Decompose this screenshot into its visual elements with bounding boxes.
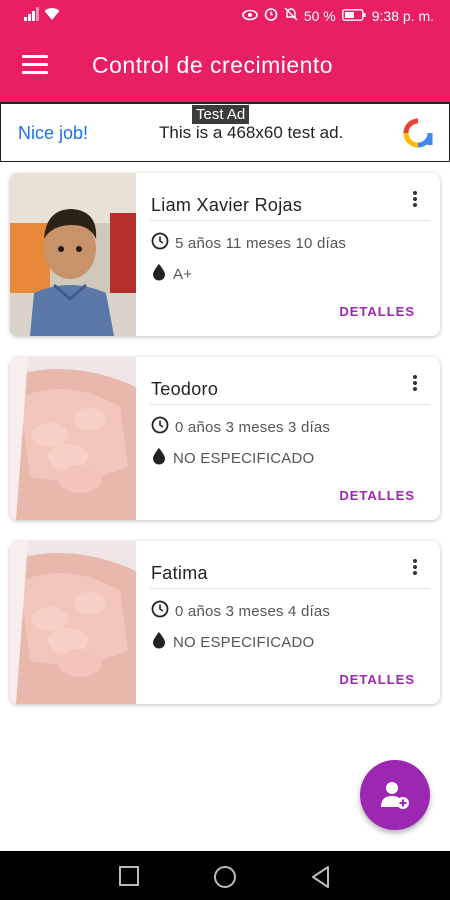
child-name: Fatima — [151, 563, 208, 583]
child-card[interactable]: Teodoro 0 años 3 meses 3 días NO ESPECIF… — [10, 357, 440, 520]
alarm-icon — [264, 7, 278, 24]
eye-icon — [242, 8, 258, 24]
child-photo — [10, 541, 136, 704]
status-time: 9:38 p. m. — [371, 7, 434, 24]
ad-banner[interactable]: Test Ad Nice job! This is a 468x60 test … — [0, 102, 450, 162]
divider — [150, 404, 430, 405]
card-body: Teodoro 0 años 3 meses 3 días NO ESPECIF… — [150, 357, 440, 520]
divider — [150, 220, 430, 221]
add-person-icon — [381, 782, 409, 809]
clock-icon — [151, 232, 169, 254]
battery-icon — [341, 8, 366, 24]
page-title: Control de crecimiento — [92, 52, 334, 78]
back-icon[interactable] — [310, 865, 332, 894]
blood-row: A+ — [151, 263, 192, 285]
blood-type: NO ESPECIFICADO — [173, 633, 315, 651]
age-row: 0 años 3 meses 3 días — [151, 416, 330, 438]
blood-row: NO ESPECIFICADO — [151, 447, 314, 469]
child-photo — [10, 173, 136, 336]
card-body: Liam Xavier Rojas 5 años 11 meses 10 día… — [150, 173, 440, 336]
child-photo — [10, 357, 136, 520]
details-button[interactable]: DETALLES — [339, 304, 415, 319]
app-bar: Control de crecimiento — [0, 30, 450, 102]
more-options-icon[interactable] — [412, 559, 418, 577]
details-button[interactable]: DETALLES — [339, 488, 415, 503]
battery-percent: 50 % — [303, 7, 336, 24]
signal-icon — [24, 7, 40, 24]
child-age: 5 años 11 meses 10 días — [175, 234, 347, 252]
age-row: 5 años 11 meses 10 días — [151, 232, 346, 254]
child-age: 0 años 3 meses 4 días — [175, 602, 331, 620]
child-card[interactable]: Liam Xavier Rojas 5 años 11 meses 10 día… — [10, 173, 440, 336]
ad-logo-icon — [403, 118, 433, 148]
ad-headline: Nice job! — [18, 123, 89, 143]
more-options-icon[interactable] — [412, 375, 418, 393]
clock-icon — [151, 600, 169, 622]
details-button[interactable]: DETALLES — [339, 672, 415, 687]
recents-icon[interactable] — [118, 865, 140, 892]
child-card[interactable]: Fatima 0 años 3 meses 4 días NO ESPECIFI… — [10, 541, 440, 704]
blood-drop-icon — [151, 631, 167, 653]
ad-tag: Test Ad — [192, 105, 250, 124]
menu-icon[interactable] — [22, 55, 48, 75]
blood-row: NO ESPECIFICADO — [151, 631, 314, 653]
blood-type: NO ESPECIFICADO — [173, 449, 315, 467]
home-icon[interactable] — [213, 865, 237, 894]
blood-type: A+ — [173, 265, 193, 283]
child-name: Liam Xavier Rojas — [151, 195, 303, 215]
child-name: Teodoro — [151, 379, 219, 399]
ad-text: This is a 468x60 test ad. — [159, 123, 344, 142]
clock-icon — [151, 416, 169, 438]
child-age: 0 años 3 meses 3 días — [175, 418, 331, 436]
add-child-button[interactable] — [360, 760, 430, 830]
more-options-icon[interactable] — [412, 191, 418, 209]
blood-drop-icon — [151, 447, 167, 469]
divider — [150, 588, 430, 589]
status-bar: 50 % 9:38 p. m. — [0, 0, 450, 30]
mute-icon — [284, 7, 298, 24]
blood-drop-icon — [151, 263, 167, 285]
system-nav-bar — [0, 851, 450, 900]
card-body: Fatima 0 años 3 meses 4 días NO ESPECIFI… — [150, 541, 440, 704]
wifi-icon — [44, 7, 60, 24]
age-row: 0 años 3 meses 4 días — [151, 600, 330, 622]
